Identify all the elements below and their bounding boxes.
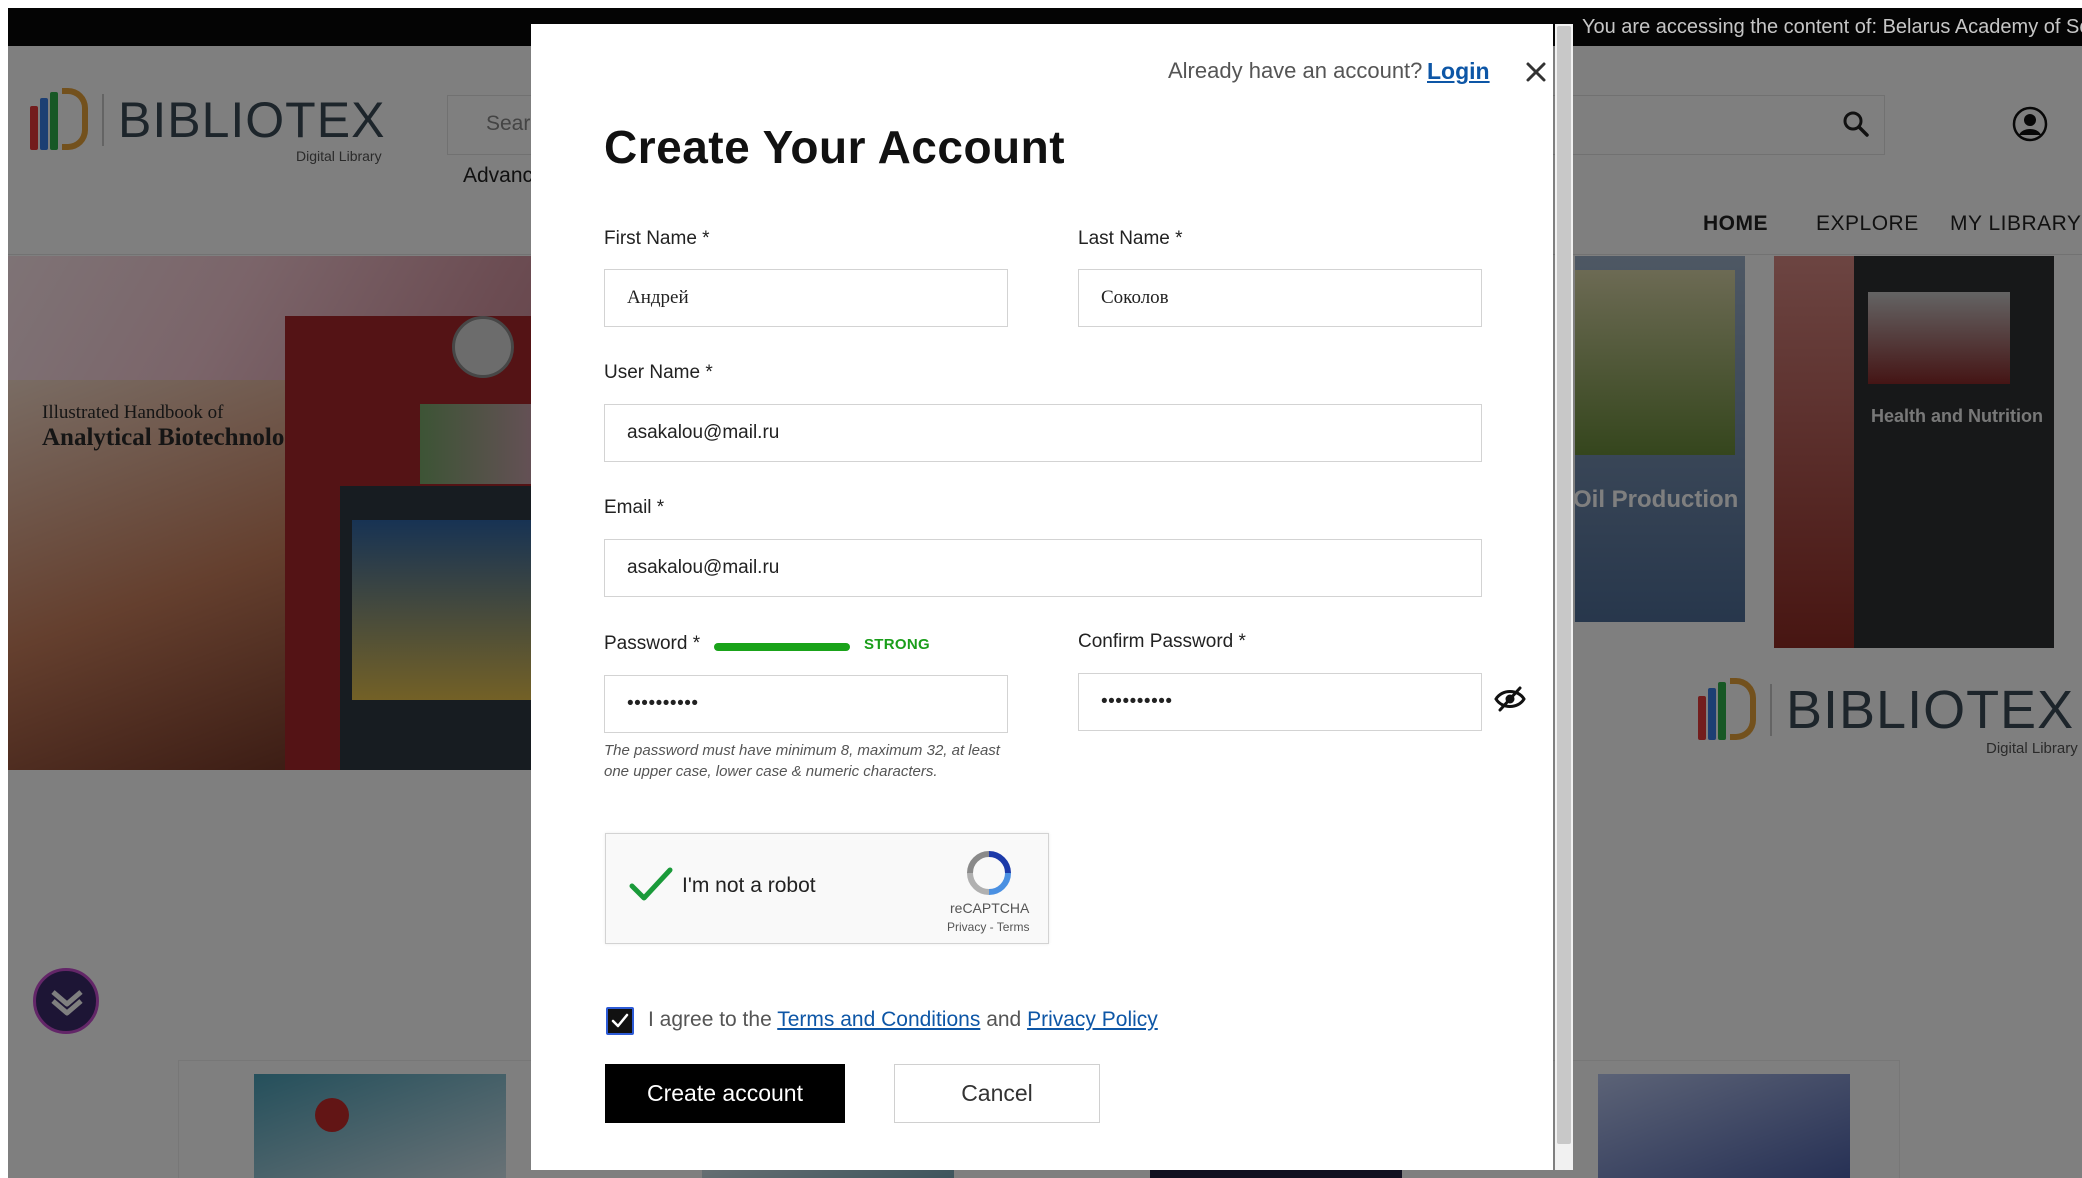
first-name-field[interactable]: Андрей bbox=[604, 269, 1008, 327]
agree-text: I agree to the Terms and Conditions and … bbox=[648, 1008, 1158, 1032]
password-label: Password * bbox=[604, 633, 701, 654]
password-strength-bar bbox=[714, 643, 850, 651]
eye-slash-icon[interactable] bbox=[1494, 686, 1526, 712]
email-label: Email * bbox=[604, 497, 665, 518]
email-field[interactable]: asakalou@mail.ru bbox=[604, 539, 1482, 597]
already-have-account-text: Already have an account? bbox=[1168, 58, 1423, 83]
confirm-password-field[interactable]: •••••••••• bbox=[1078, 673, 1482, 731]
checkmark-icon bbox=[629, 867, 673, 901]
confirm-password-label: Confirm Password * bbox=[1078, 631, 1246, 652]
user-name-label: User Name * bbox=[604, 362, 713, 383]
recaptcha-logo-icon bbox=[967, 851, 1011, 895]
last-name-field[interactable]: Соколов bbox=[1078, 269, 1482, 327]
agree-checkbox[interactable] bbox=[606, 1007, 634, 1035]
agree-and: and bbox=[986, 1008, 1022, 1031]
first-name-label: First Name * bbox=[604, 228, 710, 249]
agree-prefix: I agree to the bbox=[648, 1008, 772, 1031]
password-hint: The password must have minimum 8, maximu… bbox=[604, 742, 1000, 780]
password-strength-text: STRONG bbox=[864, 636, 930, 653]
login-link[interactable]: Login bbox=[1427, 58, 1490, 85]
create-account-button[interactable]: Create account bbox=[605, 1064, 845, 1123]
privacy-policy-link[interactable]: Privacy Policy bbox=[1027, 1008, 1158, 1031]
modal-title: Create Your Account bbox=[604, 121, 1066, 173]
checkbox-check-icon bbox=[611, 1013, 629, 1028]
terms-link[interactable]: Terms and Conditions bbox=[777, 1008, 980, 1031]
cancel-button[interactable]: Cancel bbox=[894, 1064, 1100, 1123]
page: You are accessing the content of: Belaru… bbox=[0, 0, 2082, 1178]
modal-scrollbar-thumb[interactable] bbox=[1557, 26, 1571, 1144]
close-icon[interactable] bbox=[1522, 58, 1550, 86]
password-field[interactable]: •••••••••• bbox=[604, 675, 1008, 733]
recaptcha-label: I'm not a robot bbox=[682, 874, 816, 897]
recaptcha-links[interactable]: Privacy - Terms bbox=[947, 920, 1029, 934]
create-account-modal bbox=[531, 24, 1553, 1170]
user-name-field[interactable]: asakalou@mail.ru bbox=[604, 404, 1482, 462]
recaptcha-brand: reCAPTCHA bbox=[950, 900, 1030, 916]
last-name-label: Last Name * bbox=[1078, 228, 1183, 249]
